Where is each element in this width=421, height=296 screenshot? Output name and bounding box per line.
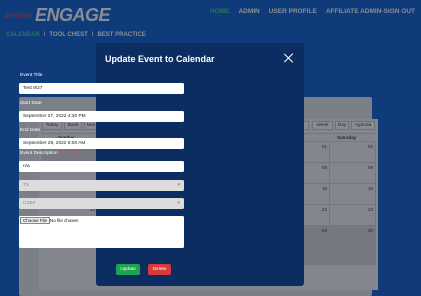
start-date-input[interactable]: September 27, 2022 4:30 PM <box>19 111 184 122</box>
event-description-label: Event Description (optional) <box>20 151 79 156</box>
file-status: No file chosen <box>50 218 79 223</box>
update-button[interactable]: Update <box>116 264 140 275</box>
affiliate-select-value: CSEF <box>23 201 36 206</box>
event-description-input[interactable]: n/a <box>19 161 184 172</box>
state-select[interactable]: TX ▾ <box>19 180 184 191</box>
optional-tag: (optional) <box>58 151 79 156</box>
choose-file-button[interactable]: Choose File <box>20 217 51 224</box>
close-icon[interactable] <box>284 53 294 63</box>
end-date-label: End Date <box>20 128 41 133</box>
delete-button[interactable]: Delete <box>148 264 171 275</box>
event-title-input[interactable]: Test 9/27 <box>19 83 184 94</box>
state-select-value: TX <box>23 183 30 188</box>
event-title-label: Event Title <box>20 73 43 78</box>
file-upload: Choose File No file chosen <box>19 216 184 248</box>
end-date-input[interactable]: September 28, 2022 8:00 AM <box>19 138 184 149</box>
chevron-down-icon: ▾ <box>177 182 180 188</box>
start-date-label: Start Date <box>20 101 42 106</box>
chevron-down-icon: ▾ <box>177 200 180 206</box>
modal-title: Update Event to Calendar <box>105 54 215 64</box>
affiliate-select[interactable]: CSEF ▾ <box>19 198 184 209</box>
description-label-text: Event Description <box>20 151 58 156</box>
